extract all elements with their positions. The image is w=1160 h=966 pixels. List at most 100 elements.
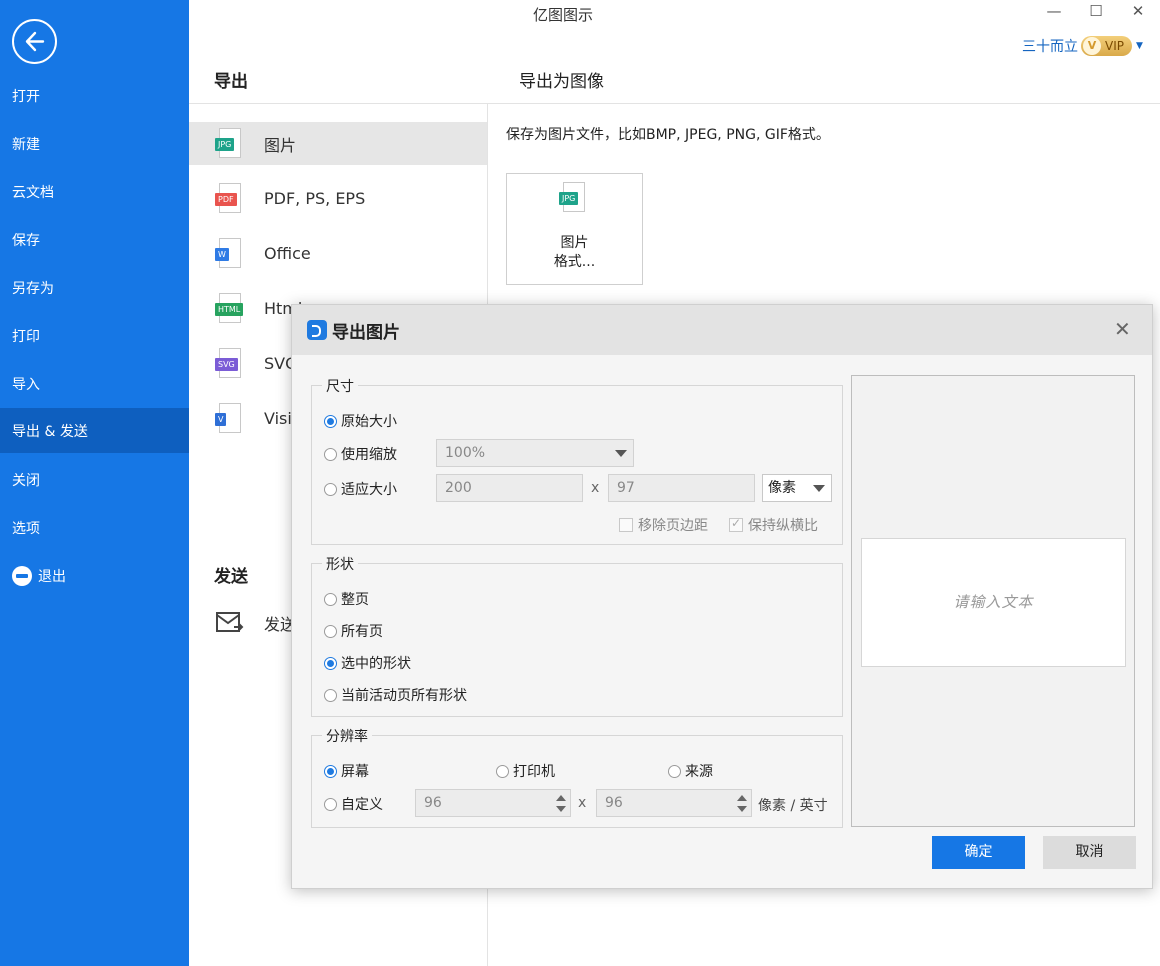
radio-icon (324, 797, 337, 811)
resolution-group: 分辨率 屏幕 打印机 来源 自定义 96 x 96 像素 / 英寸 (311, 726, 843, 828)
pdf-file-icon: PDF (215, 182, 243, 215)
radio-label: 自定义 (341, 797, 383, 813)
sidebar-item-cloud-docs[interactable]: 云文档 (0, 170, 189, 216)
checkbox-label: 保持纵横比 (748, 518, 818, 534)
radio-fit-size[interactable]: 适应大小 (324, 479, 397, 499)
visio-file-icon: V (215, 402, 243, 435)
export-panel-title: 导出 (214, 72, 248, 92)
radio-selected-icon (324, 414, 337, 428)
maximize-button[interactable]: ☐ (1081, 2, 1111, 20)
exit-icon (12, 566, 32, 586)
radio-use-zoom[interactable]: 使用缩放 (324, 444, 397, 464)
ok-button[interactable]: 确定 (932, 836, 1025, 869)
size-group: 尺寸 原始大小 使用缩放 100% 适应大小 200 x 97 像素 移除页边距… (311, 376, 843, 545)
dpi-x-input[interactable]: 96 (415, 789, 571, 817)
radio-label: 来源 (685, 764, 713, 780)
sidebar-item-options[interactable]: 选项 (0, 506, 189, 552)
sidebar-item-exit-label: 退出 (38, 569, 66, 585)
sidebar-item-import[interactable]: 导入 (0, 362, 189, 408)
radio-icon (324, 592, 337, 606)
close-window-button[interactable]: ✕ (1123, 2, 1153, 20)
sidebar-item-close[interactable]: 关闭 (0, 458, 189, 504)
times-sign: x (578, 795, 587, 811)
user-name: 三十而立 (1022, 39, 1078, 55)
export-description: 保存为图片文件，比如BMP, JPEG, PNG, GIF格式。 (506, 127, 830, 143)
radio-label: 原始大小 (341, 414, 397, 430)
radio-screen[interactable]: 屏幕 (324, 761, 369, 781)
radio-label: 适应大小 (341, 482, 397, 498)
preview-text-box[interactable]: 请输入文本 (861, 538, 1126, 667)
image-format-card[interactable]: JPG 图片 格式... (506, 173, 643, 285)
format-item-label: PDF, PS, EPS (264, 189, 366, 208)
dpi-x-value: 96 (424, 795, 442, 811)
radio-label: 当前活动页所有形状 (341, 688, 467, 704)
spin-up-icon[interactable] (737, 795, 747, 801)
chevron-down-icon (813, 485, 825, 492)
checkbox-icon (619, 518, 633, 532)
minimize-button[interactable]: — (1039, 2, 1069, 20)
sidebar-item-save-as[interactable]: 另存为 (0, 266, 189, 312)
radio-icon (324, 688, 337, 702)
zoom-value: 100% (445, 445, 486, 461)
cancel-button[interactable]: 取消 (1043, 836, 1136, 869)
unit-value: 像素 (768, 480, 796, 496)
sidebar-item-exit[interactable]: 退出 (0, 554, 189, 600)
radio-label: 所有页 (341, 624, 383, 640)
radio-source[interactable]: 来源 (668, 761, 713, 781)
checkbox-remove-margin[interactable]: 移除页边距 (619, 515, 708, 535)
app-logo-icon (307, 320, 327, 340)
radio-all-pages[interactable]: 所有页 (324, 621, 383, 641)
format-item-label: 图片 (264, 135, 297, 155)
height-input[interactable]: 97 (608, 474, 755, 502)
radio-original-size[interactable]: 原始大小 (324, 411, 397, 431)
word-file-icon: W (215, 237, 243, 270)
user-menu[interactable]: 三十而立 VIP ▼ (1022, 35, 1143, 57)
dpi-unit-label: 像素 / 英寸 (758, 798, 828, 814)
spin-down-icon[interactable] (737, 806, 747, 812)
radio-printer[interactable]: 打印机 (496, 761, 555, 781)
preview-pane: 请输入文本 (851, 375, 1135, 827)
export-image-dialog: 导出图片 ✕ 尺寸 原始大小 使用缩放 100% 适应大小 200 x 97 像… (291, 304, 1153, 889)
shape-group: 形状 整页 所有页 选中的形状 当前活动页所有形状 (311, 554, 843, 717)
mail-send-icon (216, 612, 244, 632)
dialog-title: 导出图片 (332, 323, 400, 343)
jpg-file-icon: JPG (215, 127, 243, 160)
shape-group-label: 形状 (322, 554, 358, 574)
sidebar-item-save[interactable]: 保存 (0, 218, 189, 264)
unit-select[interactable]: 像素 (762, 474, 832, 502)
jpg-file-icon: JPG (559, 182, 587, 214)
app-title: 亿图图示 (532, 6, 593, 24)
radio-whole-page[interactable]: 整页 (324, 589, 369, 609)
radio-icon (324, 447, 337, 461)
format-item-office[interactable]: W Office (189, 232, 487, 275)
radio-label: 选中的形状 (341, 656, 411, 672)
divider (189, 103, 1160, 104)
spin-down-icon[interactable] (556, 806, 566, 812)
send-email-item[interactable]: 发送 (214, 610, 296, 636)
radio-label: 打印机 (513, 764, 555, 780)
sidebar-item-print[interactable]: 打印 (0, 314, 189, 360)
dpi-y-input[interactable]: 96 (596, 789, 752, 817)
zoom-select[interactable]: 100% (436, 439, 634, 467)
sidebar-item-open[interactable]: 打开 (0, 74, 189, 120)
resolution-group-label: 分辨率 (322, 726, 372, 746)
export-as-image-title: 导出为图像 (519, 72, 604, 92)
dialog-close-button[interactable]: ✕ (1114, 317, 1131, 341)
format-item-pdf[interactable]: PDF PDF, PS, EPS (189, 177, 487, 220)
width-input[interactable]: 200 (436, 474, 583, 502)
radio-selected-shapes[interactable]: 选中的形状 (324, 653, 411, 673)
format-item-image[interactable]: JPG 图片 (189, 122, 487, 165)
html-file-icon: HTML (215, 292, 244, 325)
svg-file-icon: SVG (215, 347, 243, 380)
card-label-line2: 格式... (553, 254, 596, 270)
sidebar-item-export-send[interactable]: 导出 & 发送 (0, 408, 189, 453)
sidebar: 打开 新建 云文档 保存 另存为 打印 导入 导出 & 发送 关闭 选项 退出 (0, 0, 189, 966)
back-arrow-icon[interactable] (12, 19, 57, 64)
radio-custom[interactable]: 自定义 (324, 794, 383, 814)
spin-up-icon[interactable] (556, 795, 566, 801)
radio-current-page-shapes[interactable]: 当前活动页所有形状 (324, 685, 467, 705)
sidebar-item-new[interactable]: 新建 (0, 122, 189, 168)
dialog-header: 导出图片 ✕ (292, 305, 1152, 355)
checkbox-keep-ratio[interactable]: 保持纵横比 (729, 515, 818, 535)
chevron-down-icon (615, 450, 627, 457)
